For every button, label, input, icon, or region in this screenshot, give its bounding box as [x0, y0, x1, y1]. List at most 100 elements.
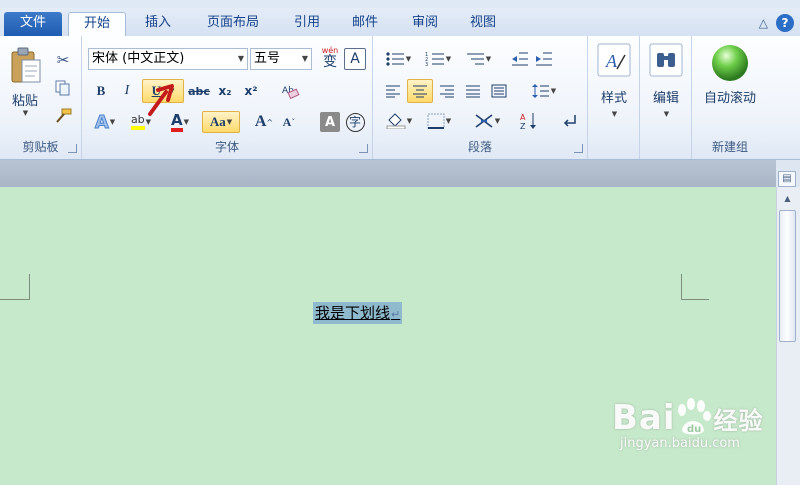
font-size-combo[interactable]: 五号 ▼ [250, 48, 312, 70]
decrease-indent-icon [512, 52, 528, 66]
group-new-label: 新建组 [711, 140, 748, 154]
paste-icon [11, 47, 41, 82]
group-paragraph: ▼ 123 ▼ ▼ ▼ ▼ ▼ ▼ A Z 段落 [373, 36, 588, 159]
clear-formatting-button[interactable]: Ab [278, 80, 302, 102]
selected-text[interactable]: 我是下划线↵ [313, 302, 403, 324]
char-shading-button[interactable]: A [320, 112, 340, 132]
subscript-button[interactable]: x₂ [214, 80, 236, 102]
tab-insert[interactable]: 插入 [132, 12, 184, 36]
multilevel-dropdown-icon[interactable]: ▼ [486, 55, 491, 63]
multilevel-list-button[interactable]: ▼ [461, 48, 495, 70]
grow-font-button[interactable]: A ^ [252, 111, 276, 133]
font-size-dropdown-icon[interactable]: ▼ [302, 49, 308, 69]
styles-button[interactable]: A 样式 ▼ [594, 42, 634, 138]
align-left-button[interactable] [381, 80, 405, 102]
help-icon[interactable]: ? [776, 14, 794, 32]
sort-button[interactable]: AZ [517, 110, 541, 132]
borders-button[interactable]: ▼ [421, 110, 457, 132]
scroll-thumb[interactable] [779, 210, 796, 342]
paste-button[interactable]: 粘贴 ▼ [4, 42, 46, 120]
paragraph-launcher-icon[interactable] [574, 144, 583, 153]
chinese-layout-dropdown-icon[interactable]: ▼ [495, 117, 500, 125]
change-case-icon: Aa [209, 114, 226, 129]
justify-button[interactable] [461, 80, 485, 102]
ribbon-tab-bar: 文件 开始 插入 页面布局 引用 邮件 审阅 视图 △ ? [0, 8, 800, 37]
editing-dropdown-icon[interactable]: ▼ [664, 110, 669, 118]
numbering-button[interactable]: 123 ▼ [421, 48, 455, 70]
ruler-toggle-icon[interactable]: ▤ [778, 171, 796, 187]
tab-file[interactable]: 文件 [4, 12, 62, 36]
shrink-font-button[interactable]: Aˇ [278, 111, 300, 133]
tab-page-layout[interactable]: 页面布局 [192, 12, 274, 36]
minimize-ribbon-icon[interactable]: △ [759, 16, 768, 30]
text-effects-icon: A [94, 111, 109, 133]
scroll-up-icon[interactable]: ▲ [779, 190, 796, 207]
tab-review[interactable]: 审阅 [400, 12, 450, 36]
align-center-button[interactable] [407, 79, 433, 103]
tab-view[interactable]: 视图 [458, 12, 508, 36]
editing-button[interactable]: 编辑 ▼ [646, 42, 686, 138]
change-case-dropdown-icon[interactable]: ▼ [227, 118, 232, 126]
font-launcher-icon[interactable] [359, 144, 368, 153]
watermark-url: jingyan.baidu.com [620, 436, 740, 451]
styles-dropdown-icon[interactable]: ▼ [612, 110, 617, 118]
bullets-button[interactable]: ▼ [381, 48, 415, 70]
highlight-dropdown-icon[interactable]: ▼ [146, 118, 151, 126]
paste-label: 粘贴 [11, 93, 38, 109]
grow-caret-icon: ^ [266, 117, 274, 127]
char-border-icon: A [350, 51, 360, 67]
bold-button[interactable]: B [90, 80, 112, 102]
tab-mailings[interactable]: 邮件 [340, 12, 390, 36]
font-name-dropdown-icon[interactable]: ▼ [238, 49, 244, 69]
align-right-button[interactable] [435, 80, 459, 102]
line-spacing-dropdown-icon[interactable]: ▼ [551, 87, 556, 95]
format-painter-button[interactable] [52, 106, 74, 126]
baidu-paw-icon: du [678, 398, 711, 435]
char-border-button[interactable]: A [344, 48, 366, 70]
sort-icon: AZ [520, 113, 536, 130]
font-size-value: 五号 [254, 51, 281, 66]
shading-button[interactable]: ▼ [381, 110, 417, 132]
show-marks-button[interactable] [559, 110, 581, 132]
distributed-icon [491, 84, 507, 98]
styles-label: 样式 [600, 91, 627, 106]
distributed-button[interactable] [487, 80, 511, 102]
superscript-button[interactable]: x² [240, 80, 262, 102]
watermark-brand-cn: 经验 [713, 407, 764, 435]
paste-dropdown-icon[interactable]: ▼ [23, 109, 28, 117]
phonetic-guide-button[interactable]: wén 变 [318, 46, 342, 70]
shading-dropdown-icon[interactable]: ▼ [407, 117, 412, 125]
show-marks-icon [563, 115, 576, 127]
italic-button[interactable]: I [116, 80, 138, 102]
chinese-layout-button[interactable]: ▼ [469, 110, 505, 132]
borders-dropdown-icon[interactable]: ▼ [446, 117, 451, 125]
numbering-dropdown-icon[interactable]: ▼ [446, 55, 451, 63]
copy-button[interactable] [52, 78, 74, 98]
auto-scroll-button[interactable]: 自动滚动 [696, 42, 764, 112]
line-spacing-button[interactable]: ▼ [527, 80, 561, 102]
align-left-icon [386, 85, 400, 98]
shrink-caret-icon: ˇ [291, 117, 296, 127]
svg-text:Z: Z [520, 122, 526, 130]
bullets-dropdown-icon[interactable]: ▼ [406, 55, 411, 63]
svg-text:A: A [520, 113, 526, 122]
text-effects-dropdown-icon[interactable]: ▼ [110, 118, 115, 126]
font-name-combo[interactable]: 宋体 (中文正文) ▼ [88, 48, 248, 70]
text-effects-button[interactable]: A ▼ [88, 110, 122, 134]
clear-formatting-icon: Ab [282, 86, 300, 100]
cut-button[interactable]: ✂ [52, 50, 74, 70]
enclose-characters-button[interactable]: 字 [344, 111, 366, 133]
font-color-dropdown-icon[interactable]: ▼ [184, 118, 189, 126]
tab-home[interactable]: 开始 [68, 12, 126, 37]
help-area: △ ? [759, 14, 794, 32]
watermark-brand-text: Bai [612, 398, 676, 438]
change-case-button[interactable]: Aa ▼ [202, 111, 240, 133]
strikethrough-button[interactable]: abc [186, 80, 212, 102]
decrease-indent-button[interactable] [509, 48, 531, 70]
borders-icon [427, 113, 445, 129]
clipboard-launcher-icon[interactable] [68, 144, 77, 153]
subscript-icon: x₂ [218, 84, 232, 98]
increase-indent-button[interactable] [533, 48, 555, 70]
auto-scroll-label: 自动滚动 [703, 91, 756, 106]
tab-references[interactable]: 引用 [282, 12, 332, 36]
